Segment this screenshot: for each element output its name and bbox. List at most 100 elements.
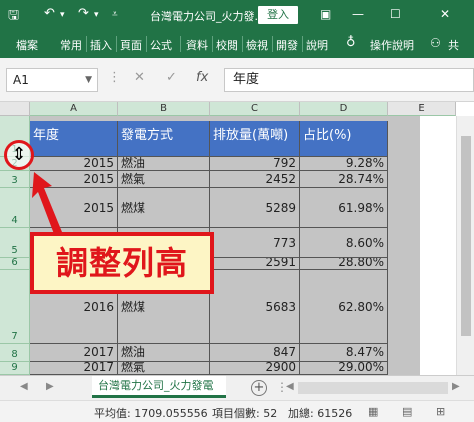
tab-formulas[interactable]: 公式 [150,37,172,53]
more-options-icon[interactable]: ⋮ [108,70,121,85]
row-header-8[interactable]: 8 [0,344,30,362]
lightbulb-icon[interactable]: ♁ [346,35,356,50]
normal-view-icon[interactable]: ▦ [368,405,378,418]
status-count: 項目個數: 52 [212,407,278,420]
scroll-left-icon[interactable]: ◀ [20,381,28,392]
cell-c6[interactable]: 2591 [210,258,300,270]
name-box[interactable]: A1 ▼ [6,68,98,92]
cell-b3[interactable]: 燃氣 [118,171,210,188]
cell-a8[interactable]: 2017 [30,344,118,362]
row-header-3[interactable]: 3 [0,171,30,188]
cell-d4[interactable]: 61.98% [300,188,388,228]
cell-c1[interactable]: 排放量(萬噸) [210,121,300,157]
select-all-corner[interactable] [0,102,30,116]
row-number: 3 [11,175,18,186]
cell-d6[interactable]: 28.80% [300,258,388,270]
cell-c5[interactable]: 773 [210,228,300,258]
tab-help[interactable]: 說明 [306,37,328,53]
cell-a9[interactable]: 2017 [30,362,118,375]
chevron-down-icon[interactable]: ▼ [85,69,92,91]
customize-toolbar-icon[interactable]: ⩡ [112,9,118,20]
tab-divider [302,36,303,52]
cell-c4[interactable]: 5289 [210,188,300,228]
column-header-e[interactable]: E [388,102,456,116]
column-header-c[interactable]: C [210,102,300,116]
cell-d3[interactable]: 28.74% [300,171,388,188]
cell-c3[interactable]: 2452 [210,171,300,188]
tab-divider [212,36,213,52]
status-average: 平均值: 1709.055556 [94,407,208,420]
row-header-7[interactable]: 7 [0,270,30,344]
redo-dropdown-icon[interactable]: ▾ [94,10,99,20]
cell-b2[interactable]: 燃油 [118,157,210,171]
row-number: 8 [11,349,18,360]
cell-b1[interactable]: 發電方式 [118,121,210,157]
share-user-icon[interactable]: ⚇ [430,36,441,50]
name-box-value: A1 [13,73,29,87]
sheet-tab-active[interactable]: 台灣電力公司_火力發電 [92,376,226,398]
row-header-5[interactable]: 5 [0,228,30,258]
status-sum: 加總: 61526 [288,407,353,420]
cell-c8[interactable]: 847 [210,344,300,362]
annotation-callout: 調整列高 [30,232,214,294]
tab-home[interactable]: 常用 [60,37,82,53]
save-icon[interactable]: 🖫 [8,6,19,28]
row-header-4[interactable]: 4 [0,188,30,228]
cell-b4[interactable]: 燃煤 [118,188,210,228]
page-layout-view-icon[interactable]: ▤ [402,405,412,418]
tab-data[interactable]: 資料 [186,37,208,53]
column-header-b[interactable]: B [118,102,210,116]
share-button[interactable]: 共 [448,37,459,53]
tab-review[interactable]: 校閱 [216,37,238,53]
cell-a1[interactable]: 年度 [30,121,118,157]
ribbon-display-icon[interactable]: ▣ [320,7,331,21]
close-icon[interactable]: ✕ [440,7,450,21]
cell-d7[interactable]: 62.80% [300,270,388,344]
vertical-scrollbar[interactable] [456,116,474,375]
scroll-right-icon[interactable]: ▶ [46,381,54,392]
tab-divider [242,36,243,52]
horizontal-scrollbar[interactable] [298,382,448,394]
formula-input[interactable]: 年度 [224,68,474,92]
cell-c2[interactable]: 792 [210,157,300,171]
insert-function-icon[interactable]: fx [196,70,208,85]
scroll-thumb[interactable] [461,136,471,336]
cell-d1[interactable]: 占比(%) [300,121,388,157]
tab-view[interactable]: 檢視 [246,37,268,53]
minimize-icon[interactable]: — [352,7,364,21]
cell-d2[interactable]: 9.28% [300,157,388,171]
column-header-d[interactable]: D [300,102,388,116]
row-header-9[interactable]: 9 [0,362,30,375]
title-bar: 🖫 ↶ ▾ ↷ ▾ ⩡ 台灣電力公司_火力發... 登入 ▣ — ☐ ✕ [0,0,474,30]
add-sheet-icon[interactable]: + [251,380,267,396]
maximize-icon[interactable]: ☐ [390,7,401,21]
cancel-icon[interactable]: ✕ [134,70,145,85]
enter-icon[interactable]: ✓ [166,70,177,85]
cell-b8[interactable]: 燃油 [118,344,210,362]
cell-d8[interactable]: 8.47% [300,344,388,362]
cell-c9[interactable]: 2900 [210,362,300,375]
login-button[interactable]: 登入 [258,6,298,24]
tell-me-search[interactable]: 操作說明 [370,37,414,53]
undo-dropdown-icon[interactable]: ▾ [60,10,65,20]
row-resize-cursor-icon: ⇕ [4,140,34,170]
arrow-icon [32,172,62,234]
sheet-tab-bar: ◀ ▶ 台灣電力公司_火力發電 + ⋮ ◀ ▶ [0,375,474,400]
row-header-6[interactable]: 6 [0,257,30,270]
status-bar: 平均值: 1709.055556 項目個數: 52 加總: 61526 ▦ ▤ … [0,400,474,422]
hscroll-left-icon[interactable]: ◀ [286,381,294,392]
hscroll-right-icon[interactable]: ▶ [452,381,460,392]
column-header-a[interactable]: A [30,102,118,116]
tab-file[interactable]: 檔案 [16,37,38,53]
cell-d9[interactable]: 29.00% [300,362,388,375]
row-number: 6 [11,257,18,268]
cell-d5[interactable]: 8.60% [300,228,388,258]
redo-icon[interactable]: ↷ [78,6,89,21]
cell-c7[interactable]: 5683 [210,270,300,344]
undo-icon[interactable]: ↶ [44,6,55,21]
tab-page-layout[interactable]: 頁面 [120,37,142,53]
tab-insert[interactable]: 插入 [90,37,112,53]
tab-developer[interactable]: 開發 [276,37,298,53]
cell-b9[interactable]: 燃氣 [118,362,210,375]
page-break-view-icon[interactable]: ⊞ [436,405,445,418]
